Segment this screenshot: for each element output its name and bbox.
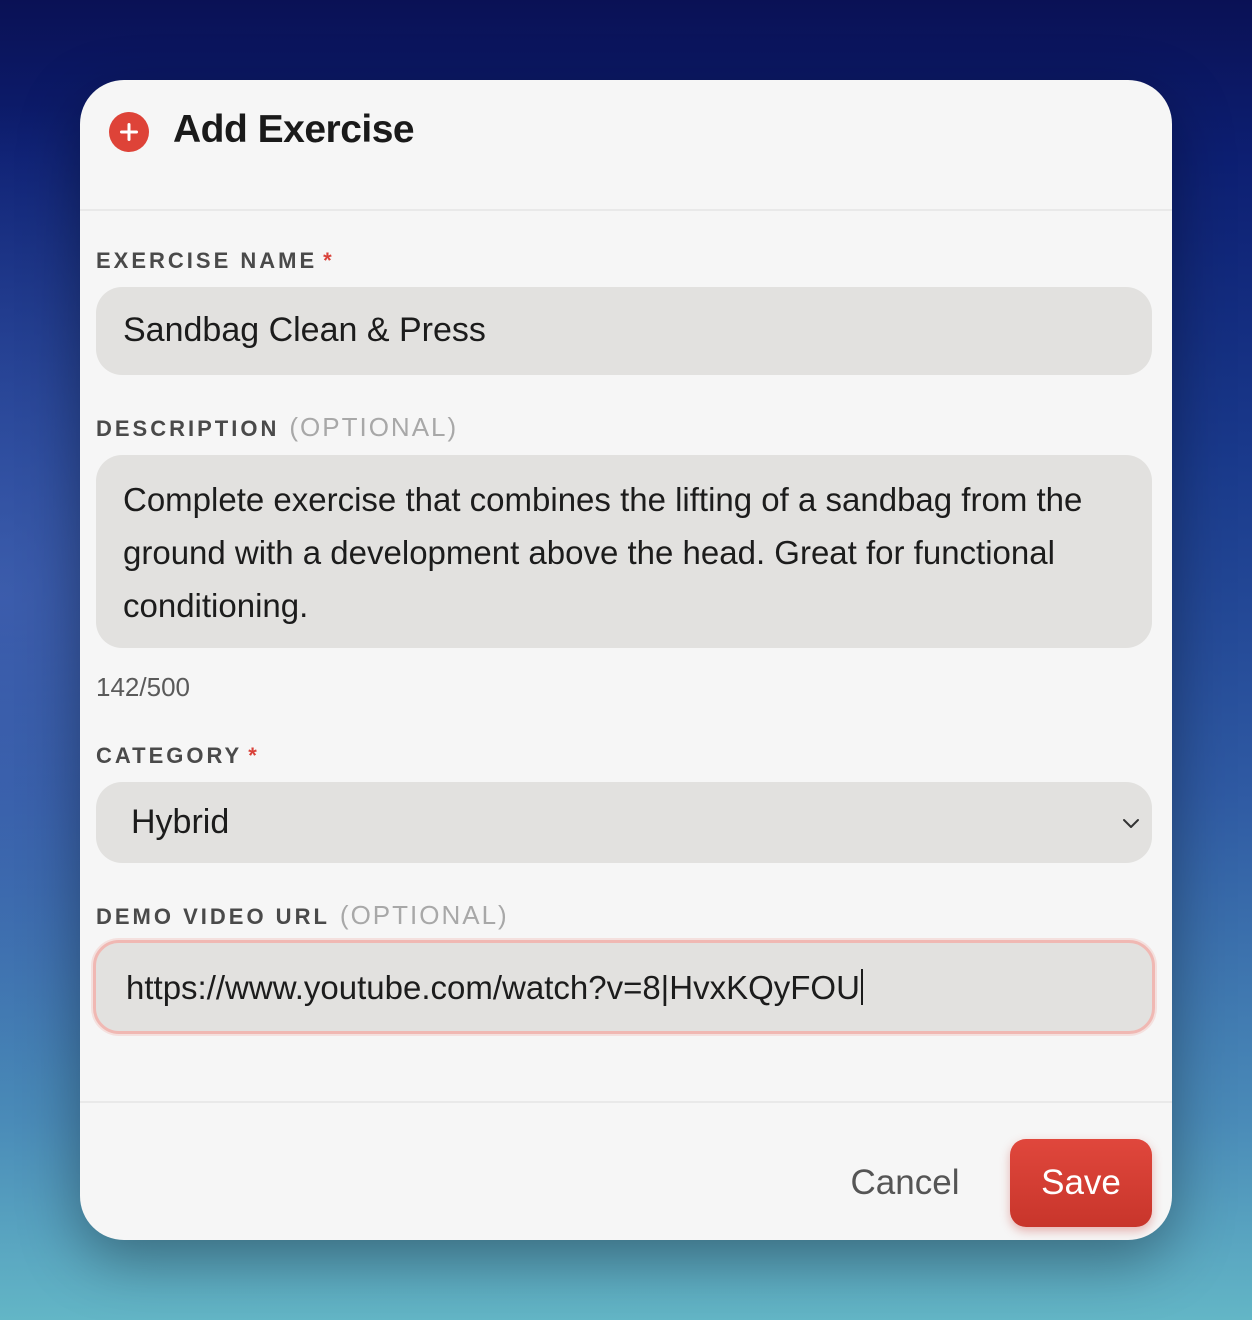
add-exercise-dialog: Add Exercise EXERCISE NAME * Sandbag Clea… xyxy=(80,80,1172,1240)
required-mark: * xyxy=(248,743,257,768)
required-mark: * xyxy=(323,248,332,273)
dialog-header: Add Exercise xyxy=(80,80,1172,211)
video-url-label: DEMO VIDEO URL (OPTIONAL) xyxy=(96,900,509,930)
exercise-name-input[interactable]: Sandbag Clean & Press xyxy=(96,287,1152,375)
cancel-button[interactable]: Cancel xyxy=(825,1139,985,1227)
description-textarea[interactable]: Complete exercise that combines the lift… xyxy=(96,455,1152,648)
plus-circle-icon xyxy=(109,112,149,152)
category-select[interactable]: Hybrid xyxy=(96,782,1152,863)
save-button[interactable]: Save xyxy=(1010,1139,1152,1227)
text-cursor xyxy=(860,969,863,1005)
footer-divider xyxy=(80,1101,1172,1103)
optional-hint: (OPTIONAL) xyxy=(289,412,459,442)
dialog-title: Add Exercise xyxy=(173,108,415,151)
character-counter: 142/500 xyxy=(96,672,190,702)
exercise-name-label: EXERCISE NAME * xyxy=(96,248,332,273)
category-label: CATEGORY * xyxy=(96,743,257,768)
category-selected-value: Hybrid xyxy=(131,803,230,841)
video-url-input[interactable]: https://www.youtube.com/watch?v=8|HvxKQy… xyxy=(93,940,1155,1034)
video-url-value: https://www.youtube.com/watch?v=8|HvxKQy… xyxy=(126,969,860,1006)
description-label: DESCRIPTION (OPTIONAL) xyxy=(96,412,459,442)
chevron-down-icon xyxy=(1123,819,1139,828)
optional-hint: (OPTIONAL) xyxy=(339,900,509,930)
